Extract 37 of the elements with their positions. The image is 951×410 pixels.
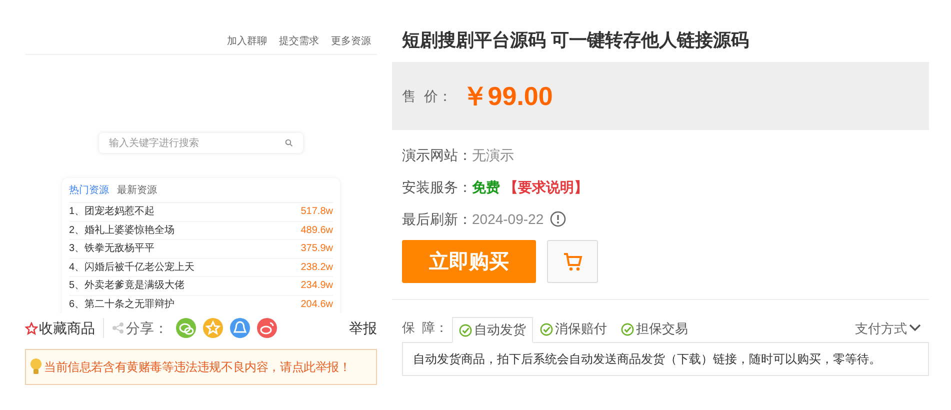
view-count: 238.2w [300,260,333,275]
view-count: 234.9w [300,279,333,294]
ranking-title[interactable]: 5、外卖老爹竟是满级大佬 [69,278,185,294]
ranking-title[interactable]: 1、团宠老妈惹不起 [69,204,155,220]
view-count: 375.9w [300,242,333,256]
date-value: 2024-09-22 [472,210,544,228]
ranking-title[interactable]: 3、铁拳无敌杨平平 [69,241,155,256]
view-count: 517.8w [300,205,333,220]
collect-button[interactable]: 收藏商品 [25,318,95,338]
report-link[interactable]: 举报 [349,318,377,338]
guarantee-description: 自动发货商品，拍下后系统会自动发送商品发货（下载）链接，随时可以购买，零等待。 [402,342,929,376]
guarantee-tab[interactable]: 自动发货 [452,317,534,343]
resource-tab[interactable]: 最新资源 [117,184,157,198]
ranking-title[interactable]: 4、闪婚后被千亿老公宠上天 [69,260,195,275]
price: ￥99.00 [462,80,553,112]
share-label: 分享： [126,318,168,338]
info-label: 安装服务： [402,178,472,196]
service-value: 免费 [472,178,500,196]
view-count: 204.6w [300,298,333,312]
ranking-title[interactable]: 2、婚礼上婆婆惊艳全场 [69,222,175,238]
guarantee-label: 保 障： [402,318,448,336]
guarantee-tab[interactable]: 担保交易 [614,316,696,342]
requirements-link[interactable]: 【要求说明】 [504,176,588,198]
nav-link[interactable]: 加入群聊 [227,36,267,48]
view-count: 489.6w [300,224,333,238]
price-label: 售 价： [402,86,452,106]
info-label: 最后刷新： [402,210,472,228]
payment-methods-dropdown[interactable]: 支付方式 [855,318,921,342]
nav-link[interactable]: 更多资源 [331,36,371,48]
info-label: 演示网站： [402,146,472,164]
search-placeholder: 输入关键字进行搜索 [109,136,199,150]
nav-link[interactable]: 提交需求 [279,36,319,48]
guarantee-tab[interactable]: 消保赔付 [533,316,614,342]
info-value: 无演示 [472,146,514,164]
resource-tab[interactable]: 热门资源 [69,184,109,198]
product-title: 短剧搜剧平台源码 可一键转存他人链接源码 [400,29,750,52]
ranking-title[interactable]: 6、第二十条之无罪辩护 [69,296,175,312]
